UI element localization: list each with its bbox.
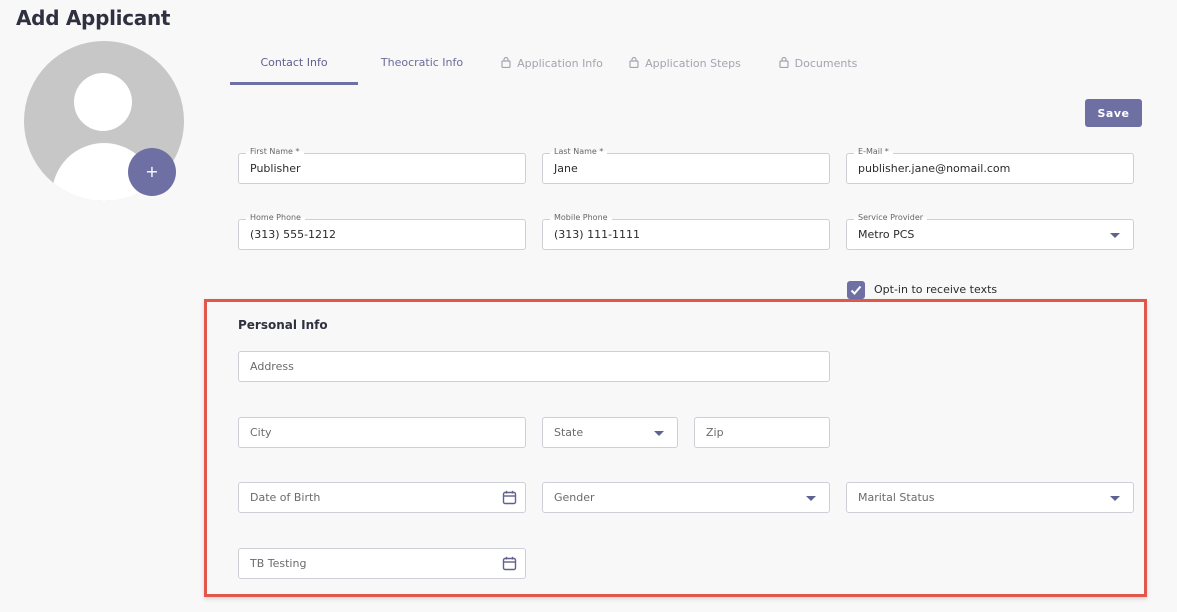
save-button[interactable]: Save: [1085, 99, 1142, 127]
tab-application-steps[interactable]: Application Steps: [622, 56, 748, 82]
tab-application-info[interactable]: Application Info: [494, 56, 610, 82]
calendar-icon[interactable]: [502, 556, 517, 575]
marital-status-select[interactable]: Marital Status: [846, 482, 1134, 513]
city-field[interactable]: City: [238, 417, 526, 448]
chevron-down-icon: [654, 431, 664, 436]
service-provider-value: Metro PCS: [858, 228, 915, 241]
add-photo-button[interactable]: +: [128, 148, 176, 196]
gender-placeholder: Gender: [554, 491, 595, 504]
lock-icon: [779, 56, 789, 71]
first-name-label: First Name *: [246, 147, 304, 156]
tab-label: Application Steps: [645, 57, 741, 70]
home-phone-value: (313) 555-1212: [250, 228, 337, 241]
tb-testing-field[interactable]: TB Testing: [238, 548, 526, 579]
date-of-birth-field[interactable]: Date of Birth: [238, 482, 526, 513]
email-field[interactable]: E-Mail * publisher.jane@nomail.com: [846, 147, 1134, 184]
chevron-down-icon: [806, 496, 816, 501]
address-placeholder: Address: [250, 360, 294, 373]
mobile-phone-value: (313) 111-1111: [554, 228, 641, 241]
last-name-label: Last Name *: [550, 147, 608, 156]
address-field[interactable]: Address: [238, 351, 830, 382]
chevron-down-icon: [1110, 233, 1120, 238]
zip-field[interactable]: Zip: [694, 417, 830, 448]
check-icon: [850, 285, 862, 295]
chevron-down-icon: [1110, 496, 1120, 501]
tab-contact-info[interactable]: Contact Info: [230, 56, 358, 85]
avatar-head: [74, 73, 132, 131]
opt-in-checkbox[interactable]: [847, 281, 865, 299]
zip-placeholder: Zip: [706, 426, 724, 439]
home-phone-field[interactable]: Home Phone (313) 555-1212: [238, 213, 526, 250]
service-provider-label: Service Provider: [854, 213, 928, 222]
home-phone-label: Home Phone: [246, 213, 305, 222]
tab-theocratic-info[interactable]: Theocratic Info: [372, 56, 472, 82]
mobile-phone-label: Mobile Phone: [550, 213, 612, 222]
tab-label: Theocratic Info: [380, 56, 464, 69]
city-placeholder: City: [250, 426, 272, 439]
page-title: Add Applicant: [16, 6, 171, 30]
email-label: E-Mail *: [854, 147, 893, 156]
last-name-field[interactable]: Last Name * Jane: [542, 147, 830, 184]
email-value: publisher.jane@nomail.com: [858, 162, 1011, 175]
lock-icon: [629, 56, 639, 71]
opt-in-label: Opt-in to receive texts: [874, 283, 998, 296]
state-select[interactable]: State: [542, 417, 678, 448]
marital-status-placeholder: Marital Status: [858, 491, 935, 504]
first-name-value: Publisher: [250, 162, 301, 175]
lock-icon: [501, 56, 511, 71]
tab-label: Contact Info: [260, 56, 328, 69]
tab-label: Application Info: [517, 57, 603, 70]
tab-label: Documents: [794, 57, 858, 70]
date-of-birth-placeholder: Date of Birth: [250, 491, 321, 504]
gender-select[interactable]: Gender: [542, 482, 830, 513]
calendar-icon[interactable]: [502, 490, 517, 509]
mobile-phone-field[interactable]: Mobile Phone (313) 111-1111: [542, 213, 830, 250]
personal-info-title: Personal Info: [238, 318, 328, 332]
service-provider-select[interactable]: Service Provider Metro PCS: [846, 213, 1134, 250]
first-name-field[interactable]: First Name * Publisher: [238, 147, 526, 184]
tab-documents[interactable]: Documents: [772, 56, 864, 82]
last-name-value: Jane: [554, 162, 578, 175]
tb-testing-placeholder: TB Testing: [250, 557, 307, 570]
state-placeholder: State: [554, 426, 584, 439]
